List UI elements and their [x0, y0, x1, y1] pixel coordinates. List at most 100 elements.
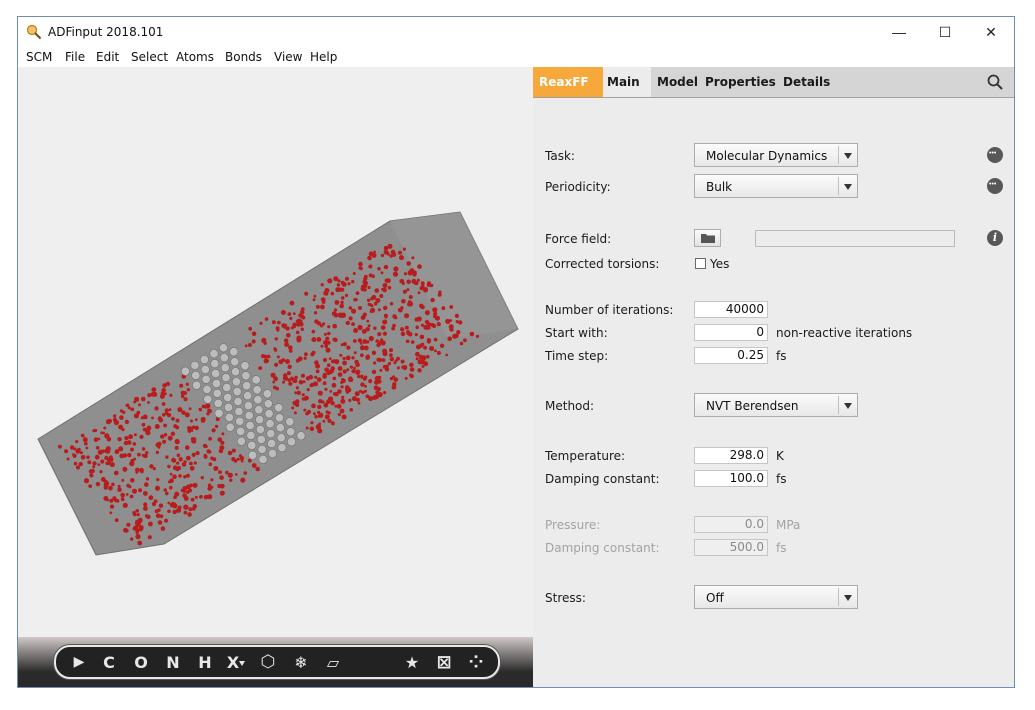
corrected-torsions-checkbox[interactable] [695, 258, 706, 269]
engine-tab-reaxff[interactable]: ReaxFF [533, 67, 603, 97]
oxygen-atom [295, 403, 300, 407]
oxygen-atom [137, 540, 143, 546]
periodicity-more-icon[interactable] [987, 177, 1003, 194]
carbon-atom [223, 392, 233, 402]
oxygen-atom [426, 325, 431, 330]
select-tool-icon[interactable]: ▶ [70, 650, 88, 674]
box-tool-icon[interactable]: ⊠ [435, 650, 453, 674]
oxygen-atom [234, 473, 238, 476]
oxygen-atom [419, 343, 424, 348]
oxygen-atom [382, 319, 388, 325]
iterations-field[interactable]: 40000 [694, 301, 768, 318]
menu-bonds[interactable]: Bonds [225, 50, 262, 64]
oxygen-atom [352, 339, 357, 343]
menu-edit[interactable]: Edit [96, 50, 119, 64]
molecule-viewport[interactable]: ▶ C O N H X ⬡ ❄ ▱ ★ ⊠ ⁘ [18, 67, 533, 687]
minimize-button[interactable]: — [876, 17, 922, 47]
info-icon[interactable]: i [987, 230, 1003, 246]
tab-details[interactable]: Details [783, 75, 830, 89]
freeze-tool-icon[interactable]: ❄ [292, 650, 310, 674]
oxygen-tool[interactable]: O [132, 650, 150, 674]
hydrogen-tool[interactable]: H [196, 650, 214, 674]
oxygen-atom [284, 342, 289, 347]
carbon-atom [251, 375, 261, 385]
molecule-scene[interactable] [18, 67, 533, 637]
force-field-path-field[interactable] [755, 230, 955, 247]
time-step-field[interactable]: 0.25 [694, 347, 768, 364]
oxygen-atom [396, 356, 400, 361]
ring-tool-icon[interactable]: ⬡ [259, 650, 277, 674]
tab-model[interactable]: Model [657, 75, 698, 89]
plane-tool-icon[interactable]: ▱ [324, 650, 342, 674]
oxygen-atom [231, 457, 236, 462]
oxygen-atom [310, 421, 314, 425]
oxygen-atom [106, 498, 110, 502]
force-field-browse-button[interactable] [694, 229, 721, 247]
method-select[interactable]: NVT Berendsen [694, 393, 858, 417]
oxygen-atom [357, 338, 363, 343]
oxygen-atom [315, 304, 320, 309]
oxygen-atom [417, 264, 422, 269]
carbon-atom [210, 359, 220, 369]
search-icon[interactable] [987, 74, 1003, 90]
oxygen-atom [227, 450, 233, 456]
fragments-tool-icon[interactable]: ⁘ [467, 650, 485, 674]
menu-select[interactable]: Select [131, 50, 168, 64]
oxygen-atom [180, 394, 185, 399]
title-bar[interactable]: ADFinput 2018.101 — ☐ ✕ [18, 17, 1014, 47]
periodicity-select[interactable]: Bulk [694, 174, 858, 198]
oxygen-atom [424, 287, 428, 291]
oxygen-atom [273, 347, 277, 351]
stress-select[interactable]: Off [694, 585, 858, 609]
oxygen-atom [339, 303, 345, 309]
oxygen-atom [174, 445, 179, 450]
oxygen-atom [92, 465, 96, 469]
menu-atoms[interactable]: Atoms [176, 50, 214, 64]
maximize-button[interactable]: ☐ [922, 17, 968, 47]
close-button[interactable]: ✕ [968, 17, 1014, 47]
oxygen-atom [175, 418, 180, 423]
oxygen-atom [161, 413, 166, 417]
carbon-atom [274, 413, 284, 423]
oxygen-atom [358, 306, 362, 310]
oxygen-atom [263, 354, 268, 359]
oxygen-atom [341, 395, 345, 399]
carbon-atom [276, 433, 286, 443]
oxygen-atom [370, 296, 374, 301]
carbon-tool[interactable]: C [100, 650, 118, 674]
task-select[interactable]: Molecular Dynamics [694, 143, 858, 167]
oxygen-atom [244, 344, 248, 348]
oxygen-atom [459, 341, 464, 346]
menu-view[interactable]: View [274, 50, 302, 64]
tab-main[interactable]: Main [607, 75, 640, 89]
pressure-damping-field: 500.0 [694, 539, 768, 556]
element-dropdown-icon[interactable] [239, 661, 245, 666]
oxygen-atom [366, 340, 370, 344]
corrected-torsions-label: Corrected torsions: [545, 257, 660, 271]
oxygen-atom [152, 467, 156, 471]
oxygen-atom [368, 335, 374, 342]
oxygen-atom [377, 392, 383, 398]
oxygen-atom [155, 485, 160, 491]
oxygen-atom [174, 491, 180, 497]
menu-file[interactable]: File [65, 50, 85, 64]
force-field-label: Force field: [545, 232, 612, 246]
menu-help[interactable]: Help [310, 50, 337, 64]
oxygen-atom [129, 461, 135, 467]
favorites-star-icon[interactable]: ★ [403, 650, 421, 674]
tab-properties[interactable]: Properties [705, 75, 776, 89]
task-more-icon[interactable] [987, 146, 1003, 163]
menu-scm[interactable]: SCM [26, 50, 52, 64]
nitrogen-tool[interactable]: N [164, 650, 182, 674]
oxygen-atom [349, 408, 354, 412]
oxygen-atom [330, 421, 335, 426]
oxygen-atom [270, 372, 276, 378]
damping-field[interactable]: 100.0 [694, 470, 768, 487]
oxygen-atom [186, 388, 190, 392]
oxygen-atom [217, 483, 222, 489]
minimize-icon: — [892, 24, 906, 40]
temperature-field[interactable]: 298.0 [694, 447, 768, 464]
oxygen-atom [380, 253, 385, 258]
start-with-field[interactable]: 0 [694, 324, 768, 341]
oxygen-atom [325, 336, 330, 341]
